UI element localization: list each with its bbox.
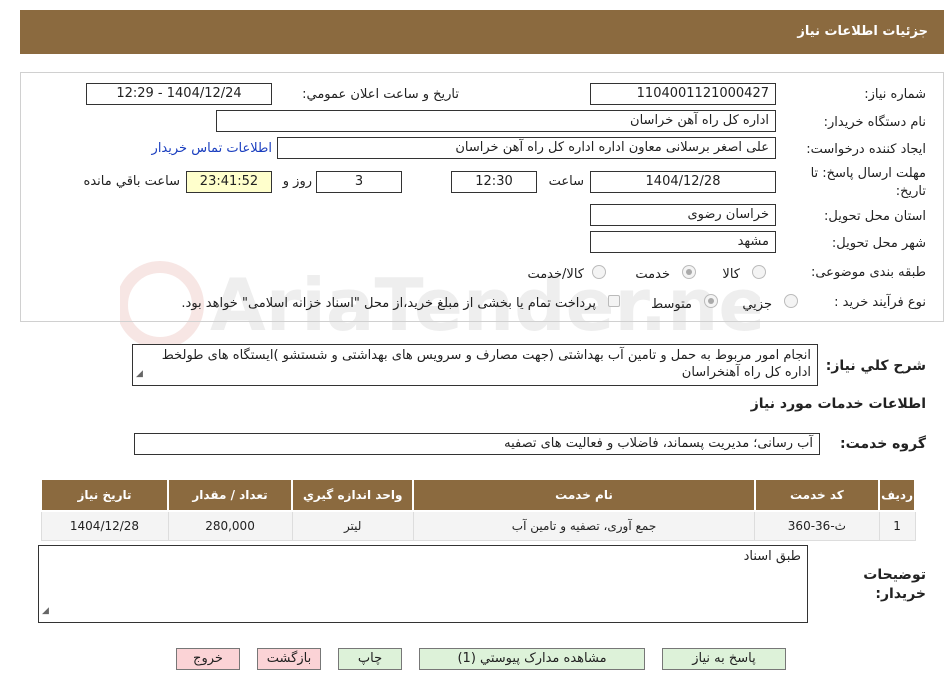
category-both-label: کالا/خدمت [527,267,584,282]
buyer-notes-textarea: طبق اسناد ◢ [38,545,808,623]
description-textarea: انجام امور مربوط به حمل و تامین آب بهداش… [132,344,818,386]
cell-service-code: ث-36-360 [754,510,880,541]
province-field: خراسان رضوی [590,204,776,226]
resize-handle-icon[interactable]: ◢ [136,366,143,383]
col-row-number: رديف [878,478,916,512]
notes-label: توضيحات [863,567,926,583]
remaining-time-field: 23:41:52 [186,171,272,193]
process-minor-radio[interactable] [784,294,798,308]
col-service-name: نام خدمت [412,478,756,512]
col-need-date: تاريخ نياز [40,478,169,512]
table-header-row: رديف کد خدمت نام خدمت واحد اندازه گيري ت… [40,478,916,512]
resize-handle-icon[interactable]: ◢ [42,603,49,620]
process-label: نوع فرآيند خريد : [834,295,926,310]
cell-quantity: 280,000 [167,510,293,541]
need-number-field: 1104001121000427 [590,83,776,105]
col-service-code: کد خدمت [753,478,881,512]
requester-field: علی اصغر برسلانی معاون اداره اداره کل را… [277,137,776,159]
time-label: ساعت [548,174,584,189]
cell-unit: لیتر [291,510,414,541]
days-field: 3 [316,171,402,193]
category-label: طبقه بندی موضوعی: [810,265,926,280]
category-both-radio[interactable] [592,265,606,279]
treasury-checkbox[interactable] [608,295,620,307]
cell-service-name: جمع آوری، تصفیه و تامین آب [412,510,756,541]
category-goods-label: کالا [722,267,740,282]
respond-button[interactable]: پاسخ به نياز [662,648,786,670]
services-section-title: اطلاعات خدمات مورد نياز [750,396,926,412]
deadline-time-field: 12:30 [451,171,537,193]
announce-label: تاريخ و ساعت اعلان عمومي: [302,87,459,102]
category-goods-radio[interactable] [752,265,766,279]
days-label: روز و [282,174,312,189]
process-minor-label: جزيي [742,297,772,312]
deadline-date-field: 1404/12/28 [590,171,776,193]
service-group-label: گروه خدمت: [840,436,926,452]
buyer-org-field: اداره کل راه آهن خراسان [216,110,776,132]
services-table: رديف کد خدمت نام خدمت واحد اندازه گيري ت… [40,478,916,541]
description-text: انجام امور مربوط به حمل و تامین آب بهداش… [161,348,811,380]
page-title: جزئیات اطلاعات نیاز [797,24,928,39]
table-row: 1 ث-36-360 جمع آوری، تصفیه و تامین آب لی… [40,510,916,541]
notes-label-2: خريدار: [875,586,926,602]
process-medium-label: متوسط [651,297,692,312]
deadline-label-2: تاريخ: [895,184,926,199]
cell-row-number: 1 [878,510,916,541]
buyer-contact-link[interactable]: اطلاعات تماس خريدار [152,141,272,156]
description-label: شرح کلي نياز: [825,358,926,374]
announce-field: 1404/12/24 - 12:29 [86,83,272,105]
buyer-org-label: نام دستگاه خريدار: [823,115,926,130]
payment-note: پرداخت تمام یا بخشی از مبلغ خرید،از محل … [181,296,596,311]
col-quantity: تعداد / مقدار [166,478,294,512]
cell-need-date: 1404/12/28 [40,510,169,541]
requester-label: ايجاد کننده درخواست: [806,142,926,157]
need-number-label: شماره نیاز: [864,87,926,102]
category-service-radio[interactable] [682,265,696,279]
city-label: شهر محل تحويل: [831,236,926,251]
page-header: جزئیات اطلاعات نیاز [20,10,944,54]
deadline-label: مهلت ارسال پاسخ: تا [810,166,926,181]
buyer-notes-text: طبق اسناد [743,549,801,564]
category-service-label: خدمت [635,267,670,282]
process-medium-radio[interactable] [704,294,718,308]
service-group-field: آب رسانی؛ مدیریت پسماند، فاضلاب و فعالیت… [134,433,820,455]
city-field: مشهد [590,231,776,253]
view-attachments-button[interactable]: مشاهده مدارک پيوستي (1) [419,648,645,670]
back-button[interactable]: بازگشت [257,648,321,670]
remaining-label: ساعت باقي مانده [83,174,180,189]
province-label: استان محل تحويل: [824,209,926,224]
col-unit: واحد اندازه گيري [291,478,415,512]
exit-button[interactable]: خروج [176,648,240,670]
print-button[interactable]: چاپ [338,648,402,670]
